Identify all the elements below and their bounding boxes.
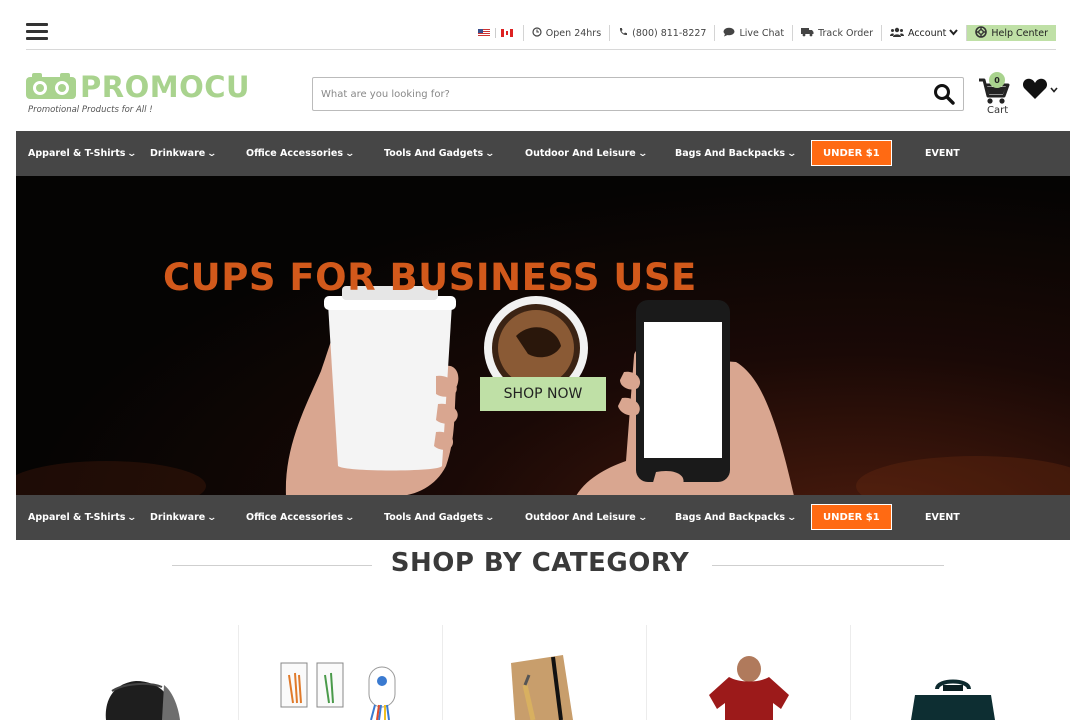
nav-item-drinkware[interactable]: Drinkware ⌄ <box>150 495 218 540</box>
chevron-down-icon: ⌄ <box>344 512 356 523</box>
nav-item-label: Bags And Backpacks <box>675 148 786 159</box>
bag-icon <box>911 679 995 720</box>
live-chat-label: Live Chat <box>739 27 785 39</box>
nav-item-apparel[interactable]: Apparel & T-Shirts ⌄ <box>28 495 138 540</box>
help-center-label: Help Center <box>991 27 1048 39</box>
nav-item-outdoor[interactable]: Outdoor And Leisure ⌄ <box>525 495 648 540</box>
chevron-down-icon: ⌄ <box>637 148 648 159</box>
phone-link[interactable]: (800) 811-8227 <box>609 25 714 41</box>
chevron-down-icon: ⌄ <box>126 512 138 523</box>
nav-item-label: Office Accessories <box>246 148 343 159</box>
lifebuoy-icon <box>975 25 988 41</box>
cart-button[interactable]: 0 Cart <box>978 72 1014 118</box>
nav-item-bags[interactable]: Bags And Backpacks ⌄ <box>675 131 798 176</box>
canada-flag-icon[interactable] <box>500 29 513 37</box>
shop-now-button[interactable]: SHOP NOW <box>480 377 606 411</box>
chevron-down-icon: ⌄ <box>637 512 648 523</box>
chevron-down-icon: ⌄ <box>206 512 218 523</box>
logo-mark-icon <box>26 73 76 99</box>
nav-item-label: Apparel & T-Shirts <box>28 148 126 159</box>
main-nav: Apparel & T-Shirts ⌄ Drinkware ⌄ Office Ac… <box>16 131 1070 176</box>
phone-label: (800) 811-8227 <box>632 27 707 39</box>
cart-label: Cart <box>987 105 1009 116</box>
search-button[interactable] <box>925 78 963 110</box>
wishlist-button[interactable] <box>1022 78 1062 100</box>
nav-item-office[interactable]: Office Accessories ⌄ <box>246 495 356 540</box>
nav-item-label: Outdoor And Leisure <box>525 148 636 159</box>
chevron-down-icon <box>1050 87 1058 93</box>
cart-count-badge: 0 <box>989 72 1005 88</box>
track-order-link[interactable]: Track Order <box>792 25 881 41</box>
nav-item-bags[interactable]: Bags And Backpacks ⌄ <box>675 495 798 540</box>
chat-icon <box>723 27 735 40</box>
account-menu[interactable]: Account <box>880 25 966 41</box>
logo-tagline: Promotional Products for All ! <box>28 105 153 115</box>
track-order-label: Track Order <box>818 27 873 39</box>
nav-item-label: Apparel & T-Shirts <box>28 512 126 523</box>
menu-icon[interactable] <box>26 23 48 41</box>
chevron-down-icon: ⌄ <box>786 148 798 159</box>
search-icon <box>934 84 955 105</box>
pen-set-icon <box>280 662 396 720</box>
chevron-down-icon: ⌄ <box>484 148 496 159</box>
chevron-down-icon: ⌄ <box>786 512 798 523</box>
us-flag-icon[interactable] <box>477 29 490 37</box>
tshirt-icon <box>709 656 789 720</box>
nav-item-label: Outdoor And Leisure <box>525 512 636 523</box>
nav-item-apparel[interactable]: Apparel & T-Shirts ⌄ <box>28 131 138 176</box>
notebook-icon <box>511 655 573 720</box>
chevron-down-icon: ⌄ <box>344 148 356 159</box>
chevron-down-icon: ⌄ <box>484 512 496 523</box>
category-tile-cap[interactable] <box>34 625 238 720</box>
hero-banner[interactable]: CUPS FOR BUSINESS USE SHOP NOW <box>16 176 1070 496</box>
nav-item-tools[interactable]: Tools And Gadgets ⌄ <box>384 131 496 176</box>
users-icon <box>889 27 904 40</box>
top-utility-bar: Open 24hrs (800) 811-8227 Live Chat Trac… <box>26 18 1056 50</box>
chevron-down-icon: ⌄ <box>206 148 218 159</box>
category-tile-tshirt[interactable] <box>646 625 850 720</box>
nav-item-label: Office Accessories <box>246 512 343 523</box>
nav-item-event[interactable]: EVENT <box>925 131 960 176</box>
nav-item-label: Drinkware <box>150 148 206 159</box>
nav-item-drinkware[interactable]: Drinkware ⌄ <box>150 131 218 176</box>
nav-item-label: Drinkware <box>150 512 206 523</box>
nav-item-label: Bags And Backpacks <box>675 512 786 523</box>
help-center-button[interactable]: Help Center <box>966 25 1056 41</box>
chevron-down-icon: ⌄ <box>126 148 138 159</box>
country-selector[interactable] <box>468 25 523 41</box>
chevron-down-icon <box>949 28 959 39</box>
category-tile-notebook[interactable] <box>442 625 646 720</box>
live-chat-link[interactable]: Live Chat <box>714 25 792 41</box>
logo-name: PROMOCU <box>80 70 251 104</box>
category-grid <box>34 625 1054 720</box>
category-tile-pens[interactable] <box>238 625 442 720</box>
heart-icon <box>1022 78 1048 99</box>
truck-icon <box>801 27 814 40</box>
nav-item-under-1[interactable]: UNDER $1 <box>811 504 892 530</box>
nav-item-under-1[interactable]: UNDER $1 <box>811 140 892 166</box>
clock-icon <box>532 26 542 40</box>
nav-item-label: Tools And Gadgets <box>384 512 484 523</box>
search-bar <box>312 77 964 111</box>
secondary-nav: Apparel & T-Shirts ⌄ Drinkware ⌄ Office Ac… <box>16 495 1070 540</box>
hours-label: Open 24hrs <box>545 27 602 39</box>
category-tile-bag[interactable] <box>850 625 1054 720</box>
section-title: SHOP BY CATEGORY <box>390 548 690 578</box>
hours-link[interactable]: Open 24hrs <box>522 25 609 41</box>
search-input[interactable] <box>313 79 925 109</box>
nav-item-outdoor[interactable]: Outdoor And Leisure ⌄ <box>525 131 648 176</box>
hero-title: CUPS FOR BUSINESS USE <box>163 256 697 299</box>
nav-item-tools[interactable]: Tools And Gadgets ⌄ <box>384 495 496 540</box>
phone-icon <box>618 27 628 40</box>
utility-links: Open 24hrs (800) 811-8227 Live Chat Trac… <box>468 18 1056 48</box>
site-logo[interactable]: PROMOCU Promotional Products for All ! <box>26 70 256 118</box>
cap-icon <box>105 681 180 720</box>
nav-item-office[interactable]: Office Accessories ⌄ <box>246 131 356 176</box>
hero-illustration <box>16 286 1070 496</box>
account-label: Account <box>907 27 947 39</box>
nav-item-label: Tools And Gadgets <box>384 148 484 159</box>
nav-item-event[interactable]: EVENT <box>925 495 960 540</box>
